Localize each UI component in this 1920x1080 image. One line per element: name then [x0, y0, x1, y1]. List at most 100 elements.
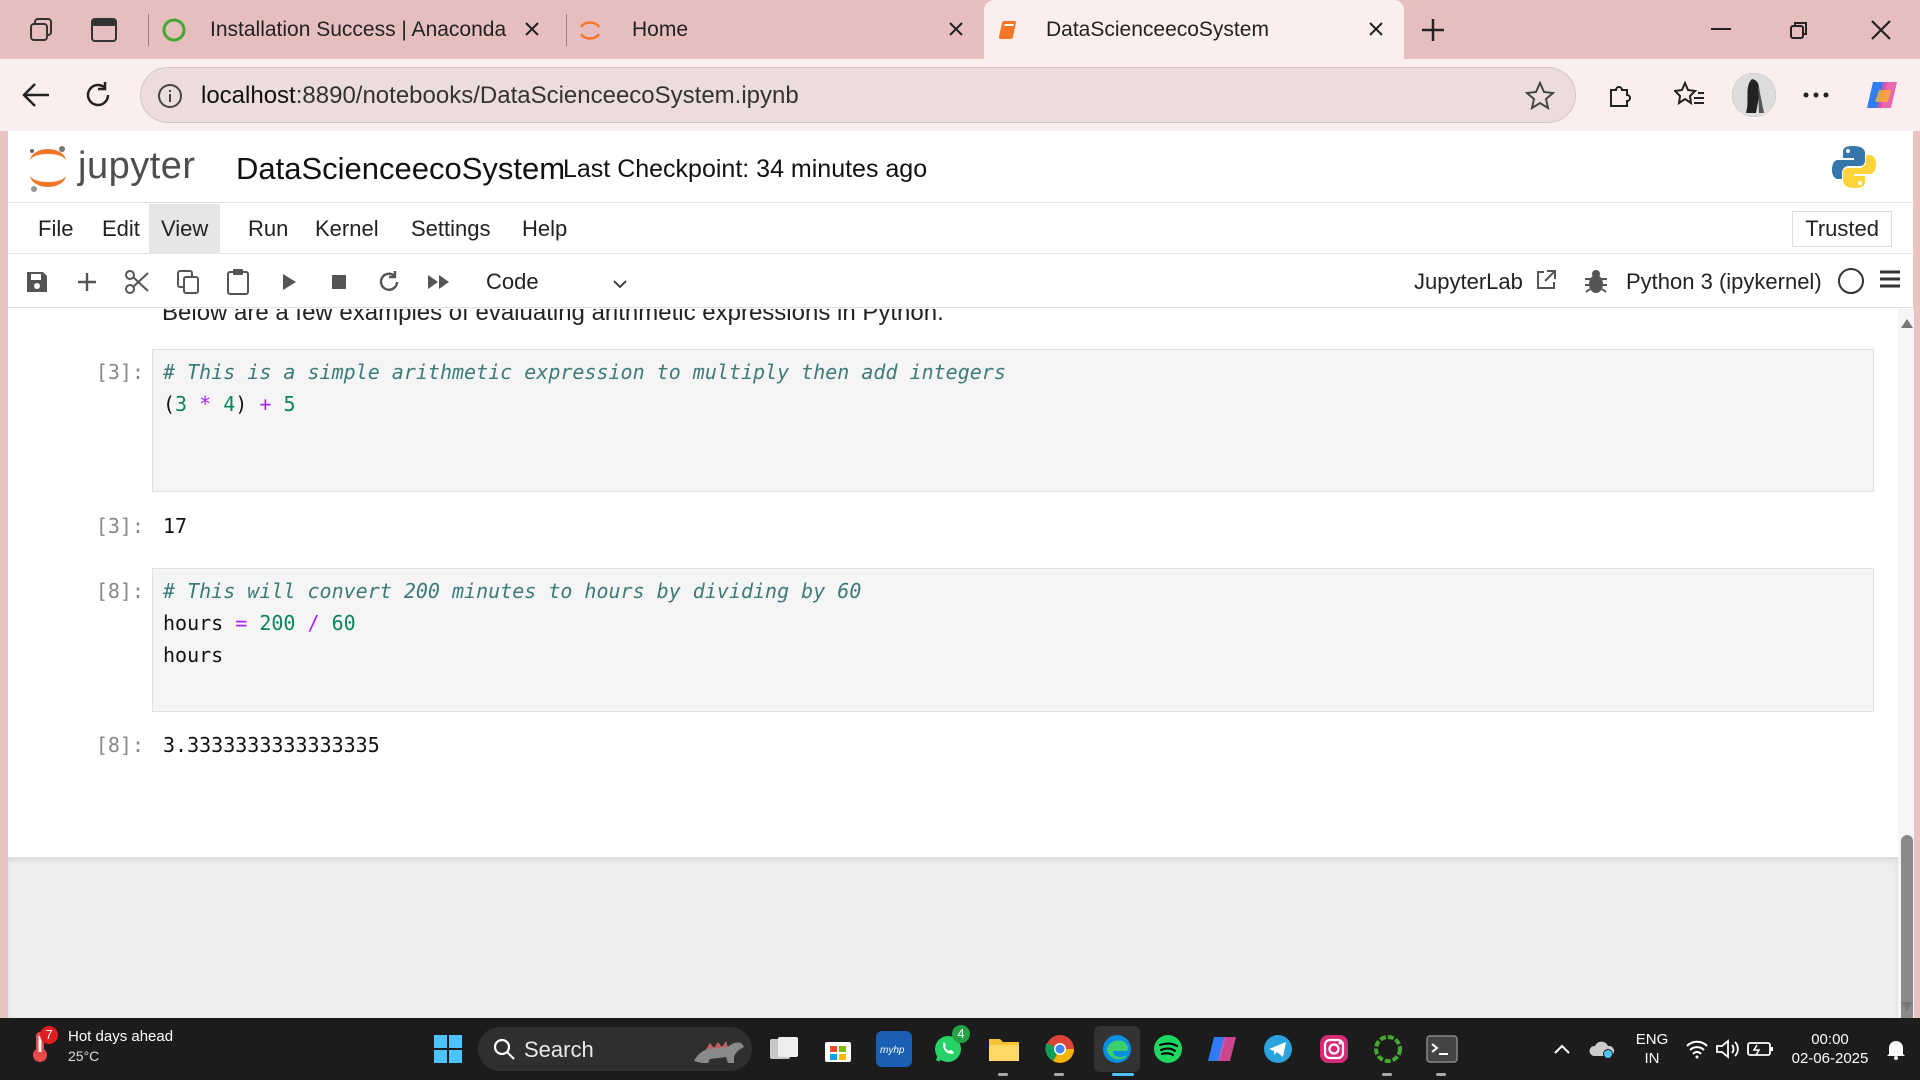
- jupyter-logo[interactable]: jupyter: [26, 141, 226, 195]
- svg-text:myhp: myhp: [880, 1045, 905, 1056]
- favorite-star-icon[interactable]: [1523, 79, 1557, 113]
- show-hidden-icons[interactable]: [1544, 1031, 1580, 1067]
- whatsapp-badge: 4: [952, 1025, 970, 1043]
- copilot-icon[interactable]: [1860, 73, 1904, 117]
- tab-close-icon[interactable]: [518, 15, 546, 43]
- scroll-up-icon[interactable]: [1900, 317, 1914, 329]
- debugger-icon[interactable]: [1582, 267, 1610, 297]
- weather-alert-badge: 7: [40, 1026, 58, 1044]
- run-cell-icon[interactable]: [272, 265, 306, 299]
- tab-separator: [566, 14, 567, 46]
- cut-icon[interactable]: [120, 265, 154, 299]
- restore-icon[interactable]: [1776, 10, 1822, 50]
- menu-settings[interactable]: Settings: [399, 204, 503, 254]
- menu-hamburger-icon[interactable]: [1878, 267, 1902, 291]
- copilot-app-icon[interactable]: [1204, 1031, 1240, 1067]
- menu-bar: File Edit View Run Kernel Settings Help …: [8, 204, 1914, 254]
- clock[interactable]: 00:00 02-06-2025: [1782, 1030, 1878, 1068]
- save-icon[interactable]: [20, 265, 54, 299]
- tab-datascience-notebook[interactable]: DataScienceecoSystem: [984, 0, 1404, 59]
- address-bar[interactable]: localhost:8890/notebooks/DataScienceecoS…: [140, 67, 1576, 123]
- code-line: # This will convert 200 minutes to hours…: [153, 575, 1873, 607]
- start-icon[interactable]: [430, 1031, 466, 1067]
- back-icon[interactable]: [14, 73, 58, 117]
- search-icon: [493, 1038, 515, 1060]
- task-view-icon[interactable]: [766, 1031, 802, 1067]
- vertical-scrollbar[interactable]: [1898, 309, 1914, 1079]
- interrupt-kernel-icon[interactable]: [322, 265, 356, 299]
- language-indicator[interactable]: ENG IN: [1628, 1030, 1676, 1068]
- menu-kernel[interactable]: Kernel: [303, 204, 391, 254]
- site-info-icon[interactable]: [155, 81, 185, 111]
- tab-anaconda[interactable]: Installation Success | Anaconda: [160, 0, 560, 59]
- menu-file[interactable]: File: [26, 204, 85, 254]
- jupyter-header: jupyter DataScienceecoSystem Last Checkp…: [8, 131, 1914, 203]
- notebook-title[interactable]: DataScienceecoSystem: [236, 151, 565, 187]
- add-cell-icon[interactable]: [70, 265, 104, 299]
- chrome-icon[interactable]: [1042, 1031, 1078, 1067]
- workspaces-icon[interactable]: [24, 12, 60, 48]
- tab-home[interactable]: Home: [576, 0, 976, 59]
- telegram-icon[interactable]: [1260, 1031, 1296, 1067]
- notifications-icon[interactable]: [1878, 1031, 1914, 1067]
- vertical-tabs-icon[interactable]: [86, 12, 122, 48]
- more-options-icon[interactable]: [1794, 73, 1838, 117]
- cell-type-value: Code: [486, 269, 539, 294]
- restart-kernel-icon[interactable]: [372, 265, 406, 299]
- network-volume-battery[interactable]: [1680, 1031, 1780, 1067]
- spotify-icon[interactable]: [1150, 1031, 1186, 1067]
- kernel-status-icon: [1838, 268, 1864, 294]
- whatsapp-icon[interactable]: 4: [930, 1025, 970, 1067]
- edge-icon[interactable]: [1094, 1026, 1140, 1072]
- anaconda-icon[interactable]: [1370, 1031, 1406, 1067]
- profile-avatar[interactable]: [1732, 73, 1776, 117]
- file-explorer-icon[interactable]: [986, 1031, 1022, 1067]
- running-indicator: [1382, 1073, 1392, 1076]
- new-tab-icon[interactable]: [1415, 12, 1451, 48]
- notebook-toolbar: Code JupyterLab Python 3 (ipykernel): [8, 255, 1914, 308]
- weather-widget[interactable]: 7 Hot days ahead 25°C: [22, 1026, 173, 1064]
- python-logo-icon: [1832, 146, 1876, 188]
- tab-title: DataScienceecoSystem: [1046, 17, 1269, 41]
- onedrive-status-icon[interactable]: [1584, 1031, 1620, 1067]
- cell-type-select[interactable]: Code: [478, 263, 638, 301]
- favorites-icon[interactable]: [1668, 73, 1712, 117]
- refresh-icon[interactable]: [76, 73, 120, 117]
- weather-temp: 25°C: [68, 1048, 100, 1064]
- code-cell[interactable]: # This is a simple arithmetic expression…: [152, 349, 1874, 492]
- instagram-icon[interactable]: [1316, 1031, 1352, 1067]
- last-checkpoint: Last Checkpoint: 34 minutes ago: [563, 155, 928, 183]
- dinosaur-search-highlight-icon: [694, 1041, 744, 1063]
- search-label: Search: [524, 1037, 594, 1062]
- output-prompt: [8]:: [95, 733, 144, 757]
- paste-icon[interactable]: [221, 265, 255, 299]
- close-window-icon[interactable]: [1858, 10, 1904, 50]
- microsoft-store-icon[interactable]: [820, 1031, 856, 1067]
- terminal-icon[interactable]: [1424, 1031, 1460, 1067]
- running-indicator: [1054, 1073, 1064, 1076]
- jupyterlab-link[interactable]: JupyterLab: [1414, 269, 1557, 295]
- menu-view[interactable]: View: [149, 204, 221, 254]
- extensions-icon[interactable]: [1598, 73, 1642, 117]
- thermometer-icon: 7: [22, 1026, 58, 1064]
- taskbar-search[interactable]: Search: [478, 1027, 752, 1071]
- menu-help[interactable]: Help: [510, 204, 579, 254]
- volume-icon: [1716, 1039, 1739, 1059]
- trusted-indicator[interactable]: Trusted: [1792, 211, 1892, 247]
- menu-edit[interactable]: Edit: [90, 204, 152, 254]
- myhp-icon[interactable]: myhp: [876, 1031, 912, 1067]
- menu-run[interactable]: Run: [236, 204, 300, 254]
- restart-run-all-icon[interactable]: [422, 265, 456, 299]
- copy-icon[interactable]: [171, 265, 205, 299]
- tab-close-icon[interactable]: [942, 15, 970, 43]
- jupyter-favicon-icon: [579, 20, 601, 40]
- code-cell[interactable]: # This will convert 200 minutes to hours…: [152, 568, 1874, 712]
- kernel-name[interactable]: Python 3 (ipykernel): [1626, 269, 1822, 295]
- url-host: localhost: [201, 82, 296, 109]
- minimize-icon[interactable]: [1698, 10, 1744, 50]
- clock-date: 02-06-2025: [1791, 1050, 1869, 1067]
- tab-close-icon[interactable]: [1362, 15, 1390, 43]
- notebook-empty-area: [8, 857, 1898, 1018]
- scroll-down-icon[interactable]: [1900, 1001, 1914, 1013]
- code-line: (3 * 4) + 5: [163, 392, 296, 416]
